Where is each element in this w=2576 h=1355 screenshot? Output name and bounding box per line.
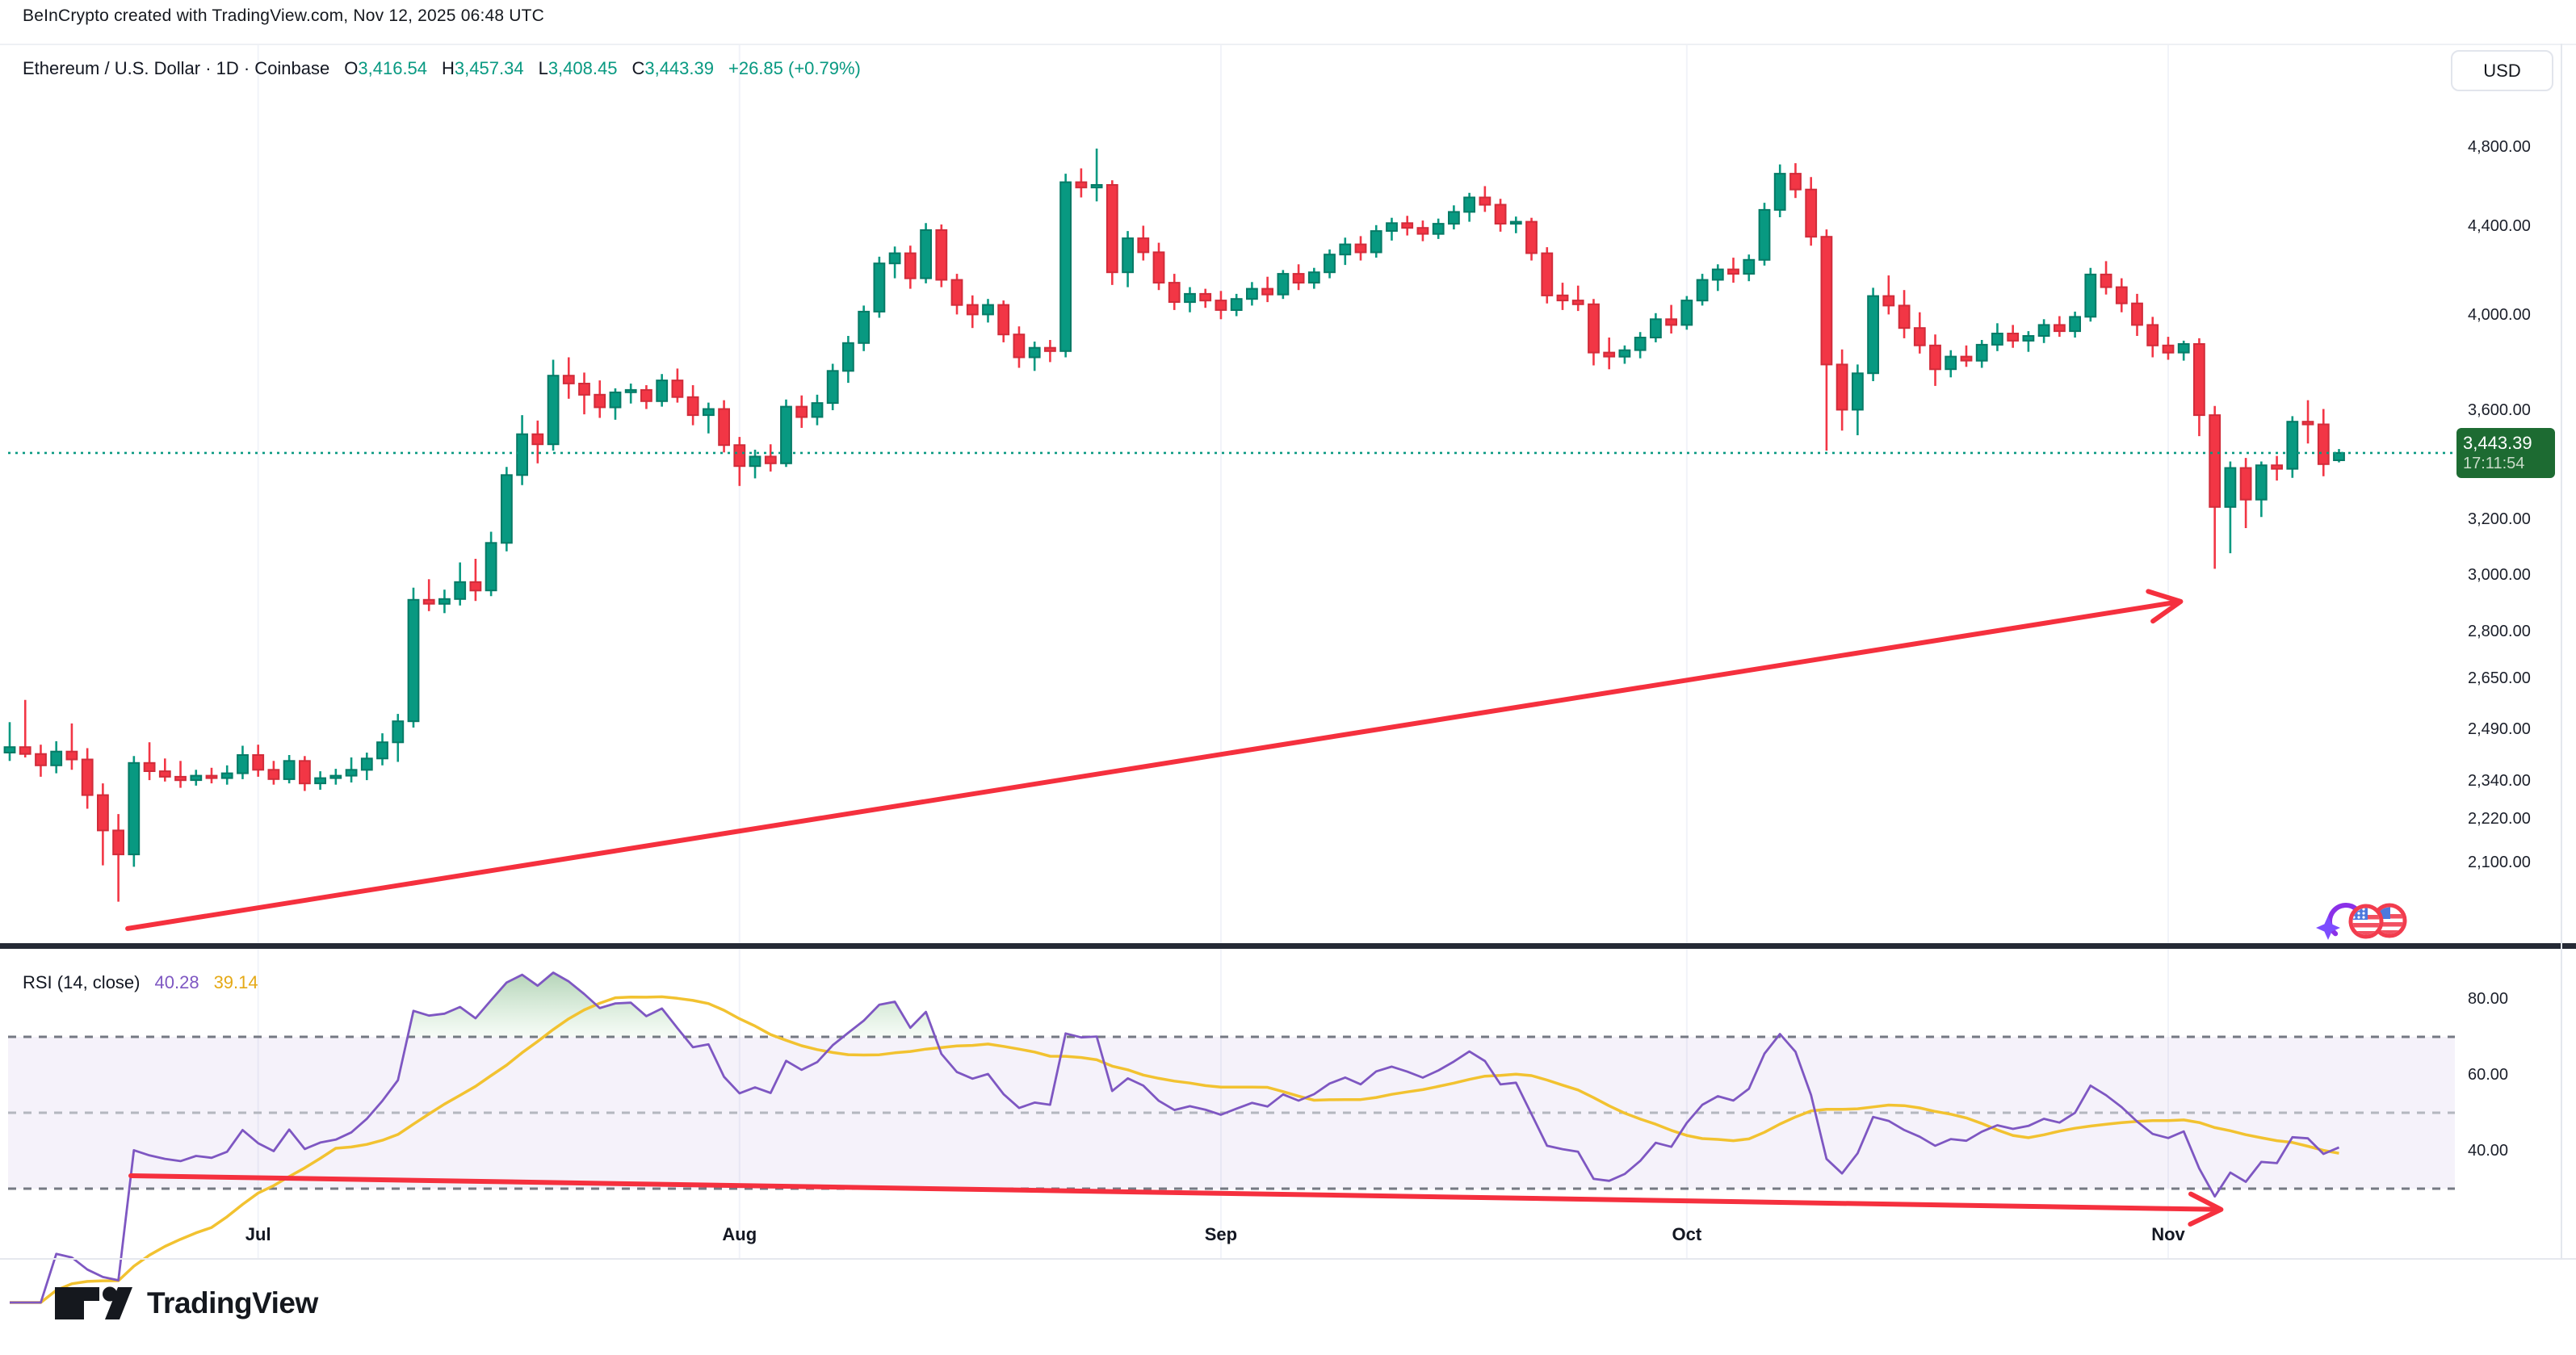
time-axis-label: Nov (2151, 1224, 2185, 1245)
price-axis-label: 2,650.00 (2468, 669, 2531, 688)
tradingview-snapshot: BeInCrypto created with TradingView.com,… (0, 0, 2576, 1355)
tradingview-logo-icon (53, 1286, 134, 1321)
price-axis-label: 2,220.00 (2468, 809, 2531, 829)
pane-separator[interactable] (0, 943, 2576, 949)
last-price-badge: 3,443.39 17:11:54 (2456, 428, 2555, 478)
rsi-ma-value: 39.14 (214, 972, 258, 993)
ohlc-low: L3,408.45 (539, 58, 618, 79)
price-axis-label: 2,100.00 (2468, 853, 2531, 872)
watermark-asset-icons (2308, 898, 2413, 945)
usd-flag-icon (2351, 905, 2405, 937)
right-border (2561, 44, 2562, 1260)
price-axis-label: 4,800.00 (2468, 137, 2531, 157)
price-axis-label: 2,800.00 (2468, 622, 2531, 641)
ohlc-open: O3,416.54 (344, 58, 427, 79)
rsi-legend: RSI (14, close) 40.28 39.14 (23, 972, 258, 993)
tradingview-logo-text: TradingView (147, 1286, 318, 1320)
tradingview-logo[interactable]: TradingView (53, 1286, 318, 1321)
ohlc-high: H3,457.34 (442, 58, 524, 79)
rsi-axis-label: 40.00 (2468, 1141, 2508, 1160)
rsi-indicator-title: RSI (14, close) (23, 972, 141, 993)
bar-countdown: 17:11:54 (2463, 454, 2555, 474)
rsi-axis-label: 80.00 (2468, 989, 2508, 1009)
price-axis-label: 3,600.00 (2468, 401, 2531, 420)
time-axis-divider (0, 1258, 2576, 1260)
time-axis-label: Sep (1205, 1224, 1237, 1245)
currency-toggle-button[interactable]: USD (2451, 50, 2553, 91)
price-change: +26.85 (+0.79%) (728, 58, 861, 79)
rsi-axis-label: 60.00 (2468, 1065, 2508, 1084)
time-axis-label: Oct (1672, 1224, 1701, 1245)
price-axis-label: 3,000.00 (2468, 565, 2531, 585)
price-axis-label: 2,340.00 (2468, 771, 2531, 791)
main-chart-canvas[interactable] (0, 0, 2576, 1355)
last-price-value: 3,443.39 (2463, 432, 2555, 454)
price-axis-label: 4,400.00 (2468, 216, 2531, 236)
symbol-legend: Ethereum / U.S. Dollar · 1D · Coinbase O… (23, 58, 861, 79)
price-axis-label: 3,200.00 (2468, 510, 2531, 529)
time-axis-label: Jul (245, 1224, 271, 1245)
price-axis-label: 4,000.00 (2468, 305, 2531, 325)
rsi-value: 40.28 (155, 972, 199, 993)
price-axis-label: 2,490.00 (2468, 719, 2531, 739)
time-axis-label: Aug (722, 1224, 757, 1245)
symbol-title: Ethereum / U.S. Dollar · 1D · Coinbase (23, 58, 329, 79)
ohlc-close: C3,443.39 (631, 58, 714, 79)
